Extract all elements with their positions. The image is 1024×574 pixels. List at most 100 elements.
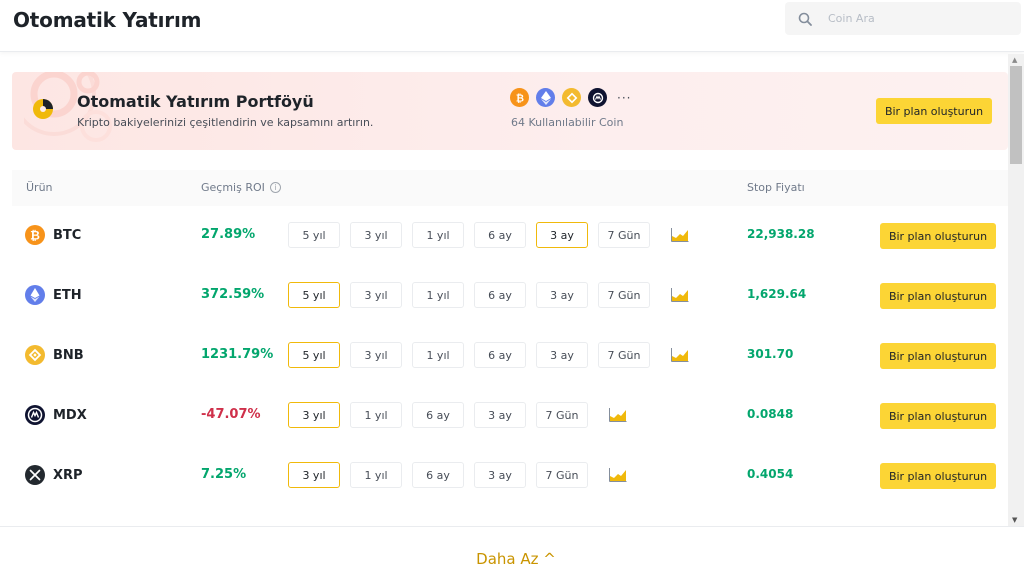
- period-button[interactable]: 6 ay: [412, 402, 464, 428]
- ethereum-icon: [536, 88, 555, 107]
- stop-price: 22,938.28: [747, 227, 815, 241]
- period-button[interactable]: 6 ay: [474, 222, 526, 248]
- portfolio-banner: Otomatik Yatırım Portföyü Kripto bakiyel…: [12, 72, 1008, 150]
- banner-subtitle: Kripto bakiyelerinizi çeşitlendirin ve k…: [77, 116, 374, 129]
- xrp-icon: [25, 465, 45, 485]
- scroll-thumb[interactable]: [1010, 66, 1022, 164]
- create-plan-button[interactable]: Bir plan oluşturun: [880, 283, 996, 309]
- period-button[interactable]: 3 yıl: [350, 282, 402, 308]
- period-button[interactable]: 7 Gün: [598, 222, 650, 248]
- period-button[interactable]: 3 yıl: [350, 222, 402, 248]
- scroll-up-arrow-icon[interactable]: ▲: [1012, 56, 1017, 64]
- period-button[interactable]: 1 yıl: [412, 222, 464, 248]
- search-input[interactable]: [828, 12, 998, 25]
- period-button[interactable]: 3 ay: [536, 342, 588, 368]
- period-button[interactable]: 3 yıl: [288, 402, 340, 428]
- area-chart-icon[interactable]: [609, 468, 627, 482]
- header: Otomatik Yatırım: [0, 0, 1024, 52]
- page-title: Otomatik Yatırım: [13, 8, 202, 32]
- roi-value: 372.59%: [201, 287, 265, 302]
- period-button[interactable]: 7 Gün: [536, 402, 588, 428]
- header-roi-label: Geçmiş ROI: [201, 181, 265, 194]
- svg-text:₿: ₿: [30, 229, 40, 243]
- header-roi: Geçmiş ROI i: [201, 181, 281, 194]
- coin-name: ETH: [53, 287, 82, 303]
- more-coins-indicator: ···: [617, 90, 632, 105]
- info-icon[interactable]: i: [269, 182, 281, 193]
- stop-price: 0.0848: [747, 407, 794, 421]
- scrollbar[interactable]: ▲ ▼: [1008, 54, 1024, 526]
- area-chart-icon[interactable]: [609, 408, 627, 422]
- bnb-icon: [25, 345, 45, 365]
- coin-cell[interactable]: ₿ BTC: [25, 225, 81, 245]
- period-button[interactable]: 5 yıl: [288, 342, 340, 368]
- stop-price: 0.4054: [747, 467, 794, 481]
- coin-name: BNB: [53, 347, 84, 363]
- period-button[interactable]: 3 yıl: [350, 342, 402, 368]
- coin-cell[interactable]: ETH: [25, 285, 82, 305]
- main-content[interactable]: Otomatik Yatırım Portföyü Kripto bakiyel…: [0, 52, 1024, 526]
- coin-name: XRP: [53, 467, 83, 483]
- table-row: ETH 372.59% 5 yıl 3 yıl 1 yıl 6 ay 3 ay 7 Gün…: [12, 266, 1008, 326]
- period-button[interactable]: 6 ay: [474, 342, 526, 368]
- coin-name: BTC: [53, 227, 82, 243]
- area-chart-icon[interactable]: [671, 348, 689, 362]
- footer: Daha Az ^: [0, 526, 1024, 574]
- period-button[interactable]: 3 ay: [536, 282, 588, 308]
- header-stop-price-label: Stop Fiyatı: [747, 181, 805, 194]
- period-button[interactable]: 1 yıl: [412, 282, 464, 308]
- pie-chart-icon: [33, 99, 53, 119]
- ethereum-icon: [25, 285, 45, 305]
- mdx-icon: [25, 405, 45, 425]
- roi-value: 27.89%: [201, 227, 256, 242]
- period-button[interactable]: 3 ay: [536, 222, 588, 248]
- create-plan-button[interactable]: Bir plan oluşturun: [880, 463, 996, 489]
- show-less-link[interactable]: Daha Az ^: [0, 550, 1024, 568]
- coin-table-body: ₿ BTC 27.89% 5 yıl 3 yıl 1 yıl 6 ay 3 ay 7 Gü…: [12, 206, 1008, 506]
- period-selector: 5 yıl 3 yıl 1 yıl 6 ay 3 ay 7 Gün: [288, 222, 689, 248]
- period-button[interactable]: 6 ay: [412, 462, 464, 488]
- period-button[interactable]: 5 yıl: [288, 282, 340, 308]
- create-plan-button[interactable]: Bir plan oluşturun: [880, 223, 996, 249]
- area-chart-icon[interactable]: [671, 288, 689, 302]
- create-plan-button[interactable]: Bir plan oluşturun: [876, 98, 992, 124]
- table-header: Ürün Geçmiş ROI i Stop Fiyatı: [12, 170, 1008, 206]
- search-box[interactable]: [785, 2, 1021, 35]
- bnb-icon: [562, 88, 581, 107]
- create-plan-button[interactable]: Bir plan oluşturun: [880, 343, 996, 369]
- scroll-down-arrow-icon[interactable]: ▼: [1012, 516, 1017, 524]
- roi-value: -47.07%: [201, 407, 261, 422]
- period-button[interactable]: 5 yıl: [288, 222, 340, 248]
- search-icon: [798, 12, 812, 26]
- period-button[interactable]: 7 Gün: [536, 462, 588, 488]
- create-plan-button[interactable]: Bir plan oluşturun: [880, 403, 996, 429]
- svg-text:₿: ₿: [515, 92, 523, 104]
- header-product: Ürün: [26, 181, 53, 194]
- stop-price: 301.70: [747, 347, 794, 361]
- mdx-icon: [588, 88, 607, 107]
- table-row: MDX -47.07% 3 yıl 1 yıl 6 ay 3 ay 7 Gün 0.08…: [12, 386, 1008, 446]
- area-chart-icon[interactable]: [671, 228, 689, 242]
- table-row: XRP 7.25% 3 yıl 1 yıl 6 ay 3 ay 7 Gün 0.4054…: [12, 446, 1008, 506]
- coin-cell[interactable]: MDX: [25, 405, 87, 425]
- period-button[interactable]: 1 yıl: [350, 462, 402, 488]
- coin-name: MDX: [53, 407, 87, 423]
- period-button[interactable]: 3 yıl: [288, 462, 340, 488]
- period-button[interactable]: 1 yıl: [350, 402, 402, 428]
- bitcoin-icon: ₿: [510, 88, 529, 107]
- header-product-label: Ürün: [26, 181, 53, 194]
- table-row: ₿ BTC 27.89% 5 yıl 3 yıl 1 yıl 6 ay 3 ay 7 Gü…: [12, 206, 1008, 266]
- period-button[interactable]: 7 Gün: [598, 282, 650, 308]
- period-button[interactable]: 6 ay: [474, 282, 526, 308]
- period-selector: 3 yıl 1 yıl 6 ay 3 ay 7 Gün: [288, 462, 627, 488]
- header-stop-price: Stop Fiyatı: [747, 181, 805, 194]
- bitcoin-icon: ₿: [25, 225, 45, 245]
- coin-cell[interactable]: XRP: [25, 465, 83, 485]
- coin-cell[interactable]: BNB: [25, 345, 84, 365]
- available-coins-label: 64 Kullanılabilir Coin: [511, 116, 624, 129]
- roi-value: 7.25%: [201, 467, 247, 482]
- period-button[interactable]: 1 yıl: [412, 342, 464, 368]
- period-button[interactable]: 3 ay: [474, 462, 526, 488]
- period-button[interactable]: 7 Gün: [598, 342, 650, 368]
- period-button[interactable]: 3 ay: [474, 402, 526, 428]
